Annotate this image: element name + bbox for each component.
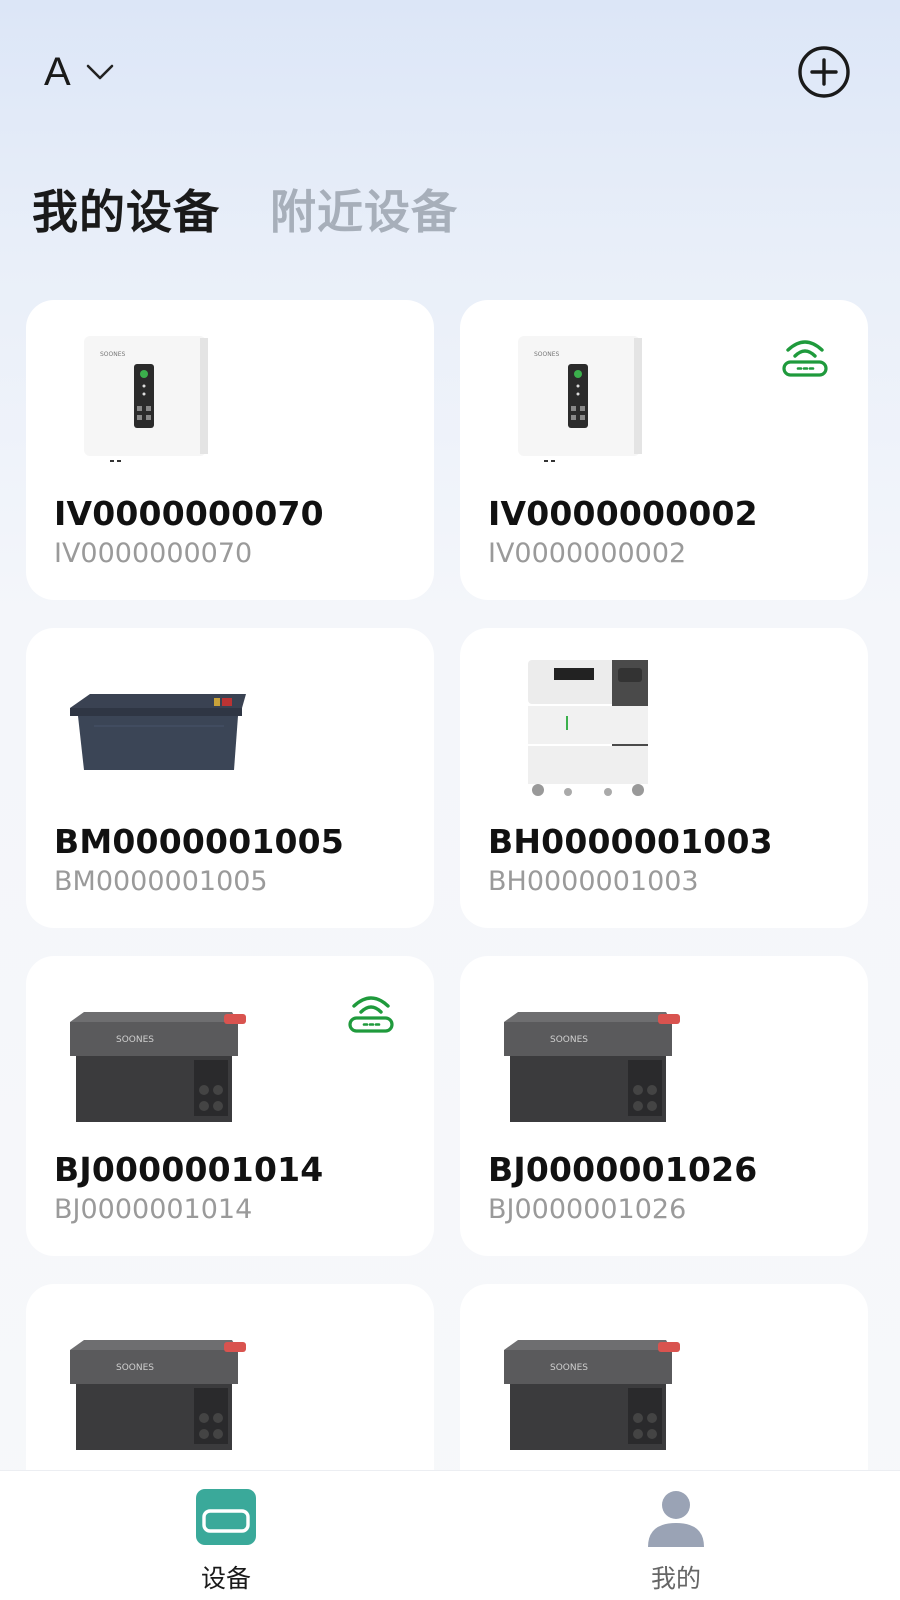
device-tabs: 我的设备 附近设备: [32, 176, 458, 242]
device-name: BJ0000001014: [54, 1150, 324, 1189]
nav-mine-label: 我的: [650, 1564, 701, 1593]
tab-nearby-devices[interactable]: 附近设备: [270, 176, 458, 242]
portable-power-station-icon: SOONES: [70, 1340, 246, 1450]
device-name: IV0000000070: [54, 494, 324, 533]
tab-my-devices[interactable]: 我的设备: [32, 176, 220, 242]
top-bar: A: [0, 0, 900, 150]
device-grid: SOONES IV0000000070 IV0000000070 SOONES: [26, 300, 876, 1470]
home-name: A: [44, 49, 71, 94]
svg-text:SOONES: SOONES: [116, 1363, 154, 1373]
home-selector[interactable]: A: [44, 44, 117, 100]
nav-devices-label: 设备: [200, 1564, 251, 1593]
device-serial: BJ0000001026: [488, 1194, 687, 1225]
device-name: BM0000001005: [54, 822, 345, 861]
device-serial: BJ0000001014: [54, 1194, 253, 1225]
device-card[interactable]: SOONES: [460, 1284, 868, 1470]
svg-text:SOONES: SOONES: [550, 1363, 588, 1373]
nav-devices[interactable]: 设备: [166, 1485, 286, 1595]
svg-text:SOONES: SOONES: [534, 351, 560, 358]
device-serial: BM0000001005: [54, 866, 268, 897]
device-card[interactable]: SOONES BJ0000001026 BJ0000001026: [460, 956, 868, 1256]
inverter-icon: SOONES: [84, 336, 208, 462]
svg-text:SOONES: SOONES: [100, 351, 126, 358]
wifi-online-icon: [782, 340, 828, 377]
svg-text:SOONES: SOONES: [116, 1035, 154, 1045]
device-name: BJ0000001026: [488, 1150, 758, 1189]
device-card[interactable]: SOONES IV0000000002 IV0000000002: [460, 300, 868, 600]
battery-module-icon: [70, 694, 246, 770]
device-name: BH0000001003: [488, 822, 773, 861]
portable-power-station-icon: SOONES: [504, 1012, 680, 1122]
device-card[interactable]: BM0000001005 BM0000001005: [26, 628, 434, 928]
device-serial: IV0000000002: [488, 538, 687, 569]
device-card[interactable]: SOONES IV0000000070 IV0000000070: [26, 300, 434, 600]
bottom-nav: 设备 我的: [0, 1470, 900, 1600]
device-card[interactable]: SOONES: [26, 1284, 434, 1470]
device-card[interactable]: SOONES BJ0000001014 BJ0000001014: [26, 956, 434, 1256]
nav-mine[interactable]: 我的: [616, 1485, 736, 1595]
portable-power-station-icon: SOONES: [504, 1340, 680, 1450]
home-battery-stack-icon: [528, 660, 648, 796]
wifi-online-icon: [348, 996, 394, 1033]
device-serial: IV0000000070: [54, 538, 253, 569]
device-name: IV0000000002: [488, 494, 758, 533]
add-device-button[interactable]: [796, 44, 852, 100]
devices-icon: [196, 1489, 256, 1545]
portable-power-station-icon: SOONES: [70, 1012, 246, 1122]
svg-text:SOONES: SOONES: [550, 1035, 588, 1045]
device-card[interactable]: BH0000001003 BH0000001003: [460, 628, 868, 928]
device-serial: BH0000001003: [488, 866, 699, 897]
profile-icon: [648, 1491, 704, 1547]
chevron-down-icon: [86, 64, 113, 80]
inverter-icon: SOONES: [518, 336, 642, 462]
